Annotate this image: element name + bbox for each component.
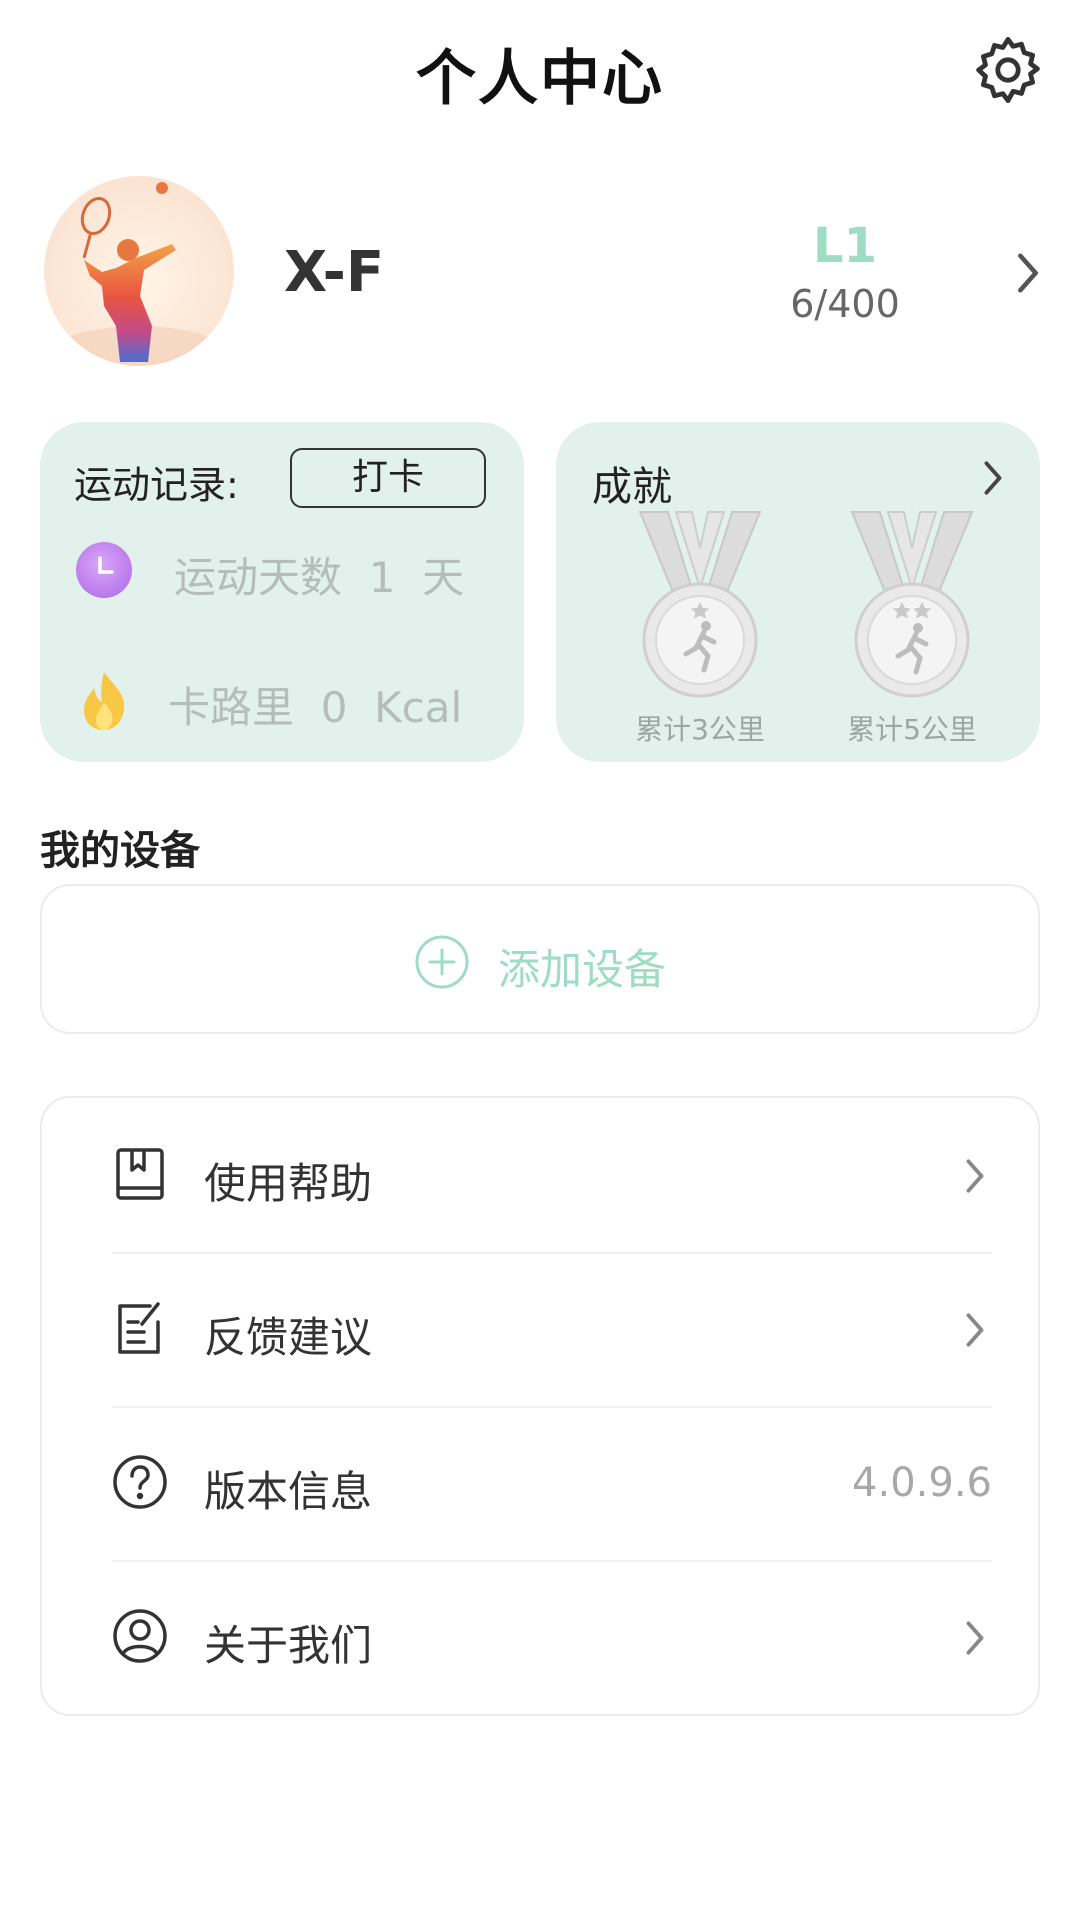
menu-item-about[interactable]: 关于我们 [42,1560,1038,1714]
chevron-right-icon [966,1621,984,1655]
clock-icon [76,542,132,598]
add-device-label: 添加设备 [498,945,667,994]
level-badge: L1 [813,218,877,274]
avatar[interactable] [44,176,234,366]
feedback-icon [118,1302,160,1354]
chevron-right-icon[interactable] [1012,250,1044,296]
chevron-right-icon [966,1313,984,1347]
book-icon [116,1148,164,1200]
chevron-right-icon [966,1159,984,1193]
exercise-days-row: 运动天数 1 天 [70,530,510,610]
menu-item-label: 关于我们 [204,1621,373,1670]
level-progress: 6/400 [790,282,900,326]
medal-label: 累计3公里 [635,713,765,746]
menu-item-label: 使用帮助 [204,1159,373,1208]
page-title: 个人中心 [416,44,664,114]
menu-item-help[interactable]: 使用帮助 [42,1098,1038,1252]
menu-item-label: 反馈建议 [204,1313,373,1362]
add-device-button[interactable]: 添加设备 [40,884,1040,1034]
version-number: 4.0.9.6 [852,1460,992,1506]
settings-gear-icon[interactable] [972,34,1044,106]
check-in-button[interactable]: 打卡 [290,448,486,508]
username: X-F [284,240,385,305]
achievements-card[interactable]: 成就 累计3公里 累计5公里 [556,422,1040,762]
menu-item-label: 版本信息 [204,1467,373,1516]
menu-item-version[interactable]: 版本信息 4.0.9.6 [42,1406,1038,1560]
exercise-records-card: 运动记录: 打卡 运动天数 1 天 卡路里 0 Kcal [40,422,524,762]
chevron-right-icon[interactable] [980,458,1006,498]
menu-item-feedback[interactable]: 反馈建议 [42,1252,1038,1406]
calories-text: 卡路里 0 Kcal [168,683,463,732]
profile-row[interactable]: X-F L1 6/400 [0,170,1080,380]
medal-label: 累计5公里 [847,713,977,746]
header: 个人中心 [0,0,1080,140]
my-devices-title: 我的设备 [40,828,200,874]
achievements-title: 成就 [592,464,672,510]
calories-row: 卡路里 0 Kcal [70,660,510,740]
medal-3km-icon [638,511,762,698]
flame-icon [84,672,125,730]
settings-menu: 使用帮助 反馈建议 版本信息 4.0.9.6 关于我们 [40,1096,1040,1716]
user-circle-icon [113,1609,167,1663]
medal-5km-icon [850,511,974,698]
question-icon [113,1455,167,1509]
exercise-days-text: 运动天数 1 天 [174,553,465,602]
records-label: 运动记录: [74,463,239,507]
plus-circle-icon [415,935,469,989]
